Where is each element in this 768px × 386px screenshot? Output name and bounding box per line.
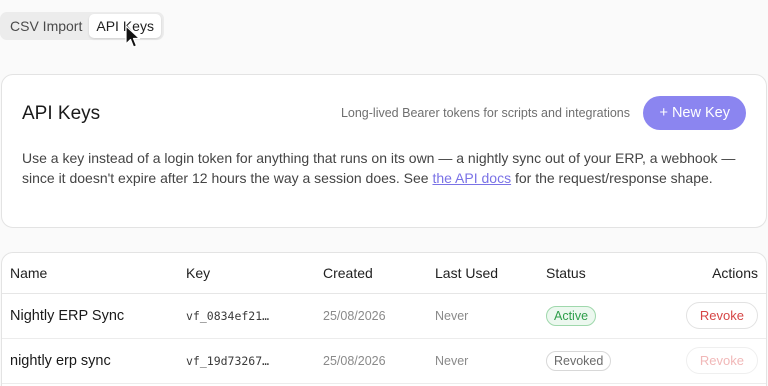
status-badge: Active [546,305,597,326]
key-prefix: vf_0834ef21… [186,293,323,339]
status-cell: Active [546,293,676,339]
key-created: 25/08/2026 [323,338,435,384]
table-row: nightly erp sync vf_19d73267… 25/08/2026… [2,338,766,384]
revoke-button[interactable]: Revoke [685,302,758,329]
description-text-end: for the request/response shape. [511,170,713,186]
api-keys-table-container: Name Key Created Last Used Status Action… [1,252,767,386]
actions-cell: Revoke [676,293,766,339]
key-name: Nightly ERP Sync [2,293,186,339]
key-prefix: vf_19d73267… [186,338,323,384]
card-description: Use a key instead of a login token for a… [22,148,748,188]
table-header-row: Name Key Created Last Used Status Action… [2,253,766,294]
header-last-used: Last Used [435,253,546,294]
header-name: Name [2,253,186,294]
tab-csv-import[interactable]: CSV Import [3,14,89,38]
key-last-used: Never [435,293,546,339]
page-title: API Keys [22,103,101,124]
key-last-used: Never [435,338,546,384]
header-actions: Actions [676,253,766,294]
status-cell: Revoked [546,338,676,384]
api-keys-card: API Keys Long-lived Bearer tokens for sc… [1,74,767,228]
key-created: 25/08/2026 [323,293,435,339]
revoke-button-disabled: Revoke [685,347,758,374]
import-tabs: CSV Import API Keys [0,12,164,40]
header-status: Status [546,253,676,294]
table-row: Nightly ERP Sync vf_0834ef21… 25/08/2026… [2,293,766,339]
api-keys-table: Name Key Created Last Used Status Action… [2,253,766,384]
header-created: Created [323,253,435,294]
key-name: nightly erp sync [2,338,186,384]
actions-cell: Revoke [676,338,766,384]
tab-api-keys[interactable]: API Keys [89,14,161,38]
card-hint: Long-lived Bearer tokens for scripts and… [340,106,630,120]
status-badge: Revoked [546,350,612,371]
header-key: Key [186,253,323,294]
new-key-button[interactable]: + New Key [643,96,746,130]
api-docs-link[interactable]: the API docs [432,170,511,186]
